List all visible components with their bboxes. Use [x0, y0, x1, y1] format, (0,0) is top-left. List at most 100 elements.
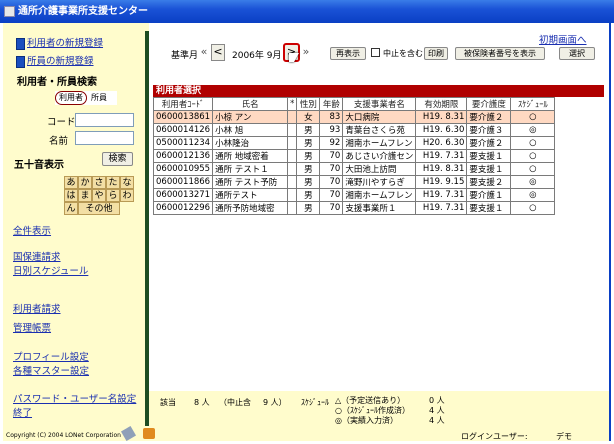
cell-care-level[interactable]: 要介護２ [466, 110, 512, 124]
cell-gender[interactable]: 男 [296, 201, 321, 215]
show-insured-number-button[interactable]: 被保険者番号を表示 [455, 47, 545, 60]
cell-gender[interactable]: 男 [296, 149, 321, 163]
cell-provider[interactable]: あじさい介護セン [342, 149, 417, 163]
cell-schedule[interactable]: ○ [510, 110, 556, 124]
refresh-button[interactable]: 再表示 [330, 47, 366, 60]
kana-wa[interactable]: わ [120, 189, 134, 202]
search-button[interactable]: 検索 [102, 152, 133, 166]
cell-user-code[interactable]: 0600014126 [152, 123, 214, 137]
kana-ma[interactable]: ま [78, 189, 92, 202]
radio-staff[interactable]: 所員 [91, 92, 107, 103]
header-name[interactable]: 氏名 [212, 97, 289, 111]
cell-provider[interactable]: 大田池上訪問 [342, 162, 417, 176]
include-suspended-checkbox[interactable] [371, 48, 380, 57]
cell-expiry[interactable]: H19. 9.15 [415, 175, 468, 189]
cell-user-code[interactable]: 0600010955 [152, 162, 214, 176]
cell-schedule[interactable]: ○ [510, 201, 556, 215]
table-row[interactable]: 0600013271 通所テスト男 70 湘南ホームフレン H19. 7.31 要介護１ ◎ [152, 188, 556, 202]
cell-name[interactable]: 小椋 アン [212, 110, 289, 124]
cell-gender[interactable]: 女 [296, 110, 321, 124]
cell-provider[interactable]: 青葉台さくら苑 [342, 123, 417, 137]
cell-care-level[interactable]: 要介護３ [466, 123, 512, 137]
password-settings-link[interactable]: パスワード・ユーザー名設定 [13, 391, 136, 405]
code-input[interactable] [75, 113, 134, 127]
kana-ka[interactable]: か [78, 176, 92, 189]
cell-age[interactable]: 70 [319, 201, 344, 215]
cell-gender[interactable]: 男 [296, 136, 321, 150]
cell-name[interactable]: 通所テスト [212, 188, 289, 202]
table-row[interactable]: 0600014126 小林 旭男 93 青葉台さくら苑 H19. 6.30 要介護３ ◎ [152, 123, 556, 137]
header-gender[interactable]: 性別 [296, 97, 321, 111]
cell-mark[interactable] [287, 188, 298, 202]
cell-name[interactable]: 通所 テスト１ [212, 162, 289, 176]
cell-expiry[interactable]: H19. 7.31 [415, 188, 468, 202]
kana-n[interactable]: ん [64, 202, 78, 215]
table-row[interactable]: 0600010955 通所 テスト１ 男 70 大田池上訪問 H19. 8.31 要支援１ ○ [152, 162, 556, 176]
show-all-link[interactable]: 全件表示 [13, 223, 51, 237]
table-row[interactable]: 0600011866 通所 テスト予防男 70 滝野川やすらぎ H19. 9.15 要支援… [152, 175, 556, 189]
table-row[interactable]: 0600012296 通所予防地域密男 70 支援事業所１ H19. 7.31 要支援１ ○ [152, 201, 556, 215]
table-row[interactable]: 0600013861 小椋 アン女 83 大口病院 H19. 8.31 要介護２ ○ [152, 110, 556, 124]
cell-gender[interactable]: 男 [296, 175, 321, 189]
kana-ta[interactable]: た [106, 176, 120, 189]
cell-mark[interactable] [287, 149, 298, 163]
cell-name[interactable]: 小林隆治 [212, 136, 289, 150]
cell-expiry[interactable]: H19. 7.31 [415, 149, 468, 163]
cell-provider[interactable]: 大口病院 [342, 110, 417, 124]
cell-care-level[interactable]: 要介護１ [466, 188, 512, 202]
cell-gender[interactable]: 男 [296, 188, 321, 202]
radio-user[interactable]: 利用者 [55, 91, 87, 105]
kana-a[interactable]: あ [64, 176, 78, 189]
prev-year-button[interactable]: « [199, 45, 209, 61]
new-staff-link[interactable]: 所員の新規登録 [16, 53, 94, 68]
cell-name[interactable]: 小林 旭 [212, 123, 289, 137]
cell-gender[interactable]: 男 [296, 123, 321, 137]
exit-link[interactable]: 終了 [13, 405, 32, 419]
cell-name[interactable]: 通所 地域密着 [212, 149, 289, 163]
cell-age[interactable]: 70 [319, 188, 344, 202]
cell-schedule[interactable]: ◎ [510, 188, 556, 202]
kana-ha[interactable]: は [64, 189, 78, 202]
cell-provider[interactable]: 支援事業所１ [342, 201, 417, 215]
cell-mark[interactable] [287, 175, 298, 189]
kana-sa[interactable]: さ [92, 176, 106, 189]
next-year-button[interactable]: » [301, 45, 311, 61]
home-link[interactable]: 初期画面へ [539, 32, 587, 46]
cell-expiry[interactable]: H19. 8.31 [415, 110, 468, 124]
header-user-code[interactable]: 利用者ｺｰﾄﾞ [152, 97, 214, 111]
cell-schedule[interactable]: ○ [510, 136, 556, 150]
management-forms-link[interactable]: 管理帳票 [13, 320, 51, 334]
cell-care-level[interactable]: 要介護２ [466, 136, 512, 150]
user-billing-link[interactable]: 利用者請求 [13, 301, 61, 315]
kana-na[interactable]: な [120, 176, 134, 189]
prev-month-button[interactable]: < [211, 44, 225, 61]
new-user-link[interactable]: 利用者の新規登録 [16, 35, 103, 50]
kokuho-billing-link[interactable]: 国保連請求 [13, 249, 61, 263]
master-settings-link[interactable]: 各種マスター設定 [13, 363, 89, 377]
cell-schedule[interactable]: ◎ [510, 175, 556, 189]
cell-schedule[interactable]: ◎ [510, 123, 556, 137]
cell-user-code[interactable]: 0600011866 [152, 175, 214, 189]
cell-provider[interactable]: 滝野川やすらぎ [342, 175, 417, 189]
print-button[interactable]: 印刷 [424, 47, 448, 60]
header-expiry[interactable]: 有効期限 [415, 97, 468, 111]
table-row[interactable]: 0600012136 通所 地域密着男 70 あじさい介護セン H19. 7.31 要支援… [152, 149, 556, 163]
cell-age[interactable]: 92 [319, 136, 344, 150]
cell-mark[interactable] [287, 136, 298, 150]
cell-care-level[interactable]: 要支援１ [466, 201, 512, 215]
cell-provider[interactable]: 湘南ホームフレン [342, 188, 417, 202]
cell-age[interactable]: 70 [319, 149, 344, 163]
cell-care-level[interactable]: 要支援１ [466, 149, 512, 163]
cell-user-code[interactable]: 0600012296 [152, 201, 214, 215]
cell-mark[interactable] [287, 201, 298, 215]
header-age[interactable]: 年齢 [319, 97, 344, 111]
header-schedule[interactable]: ｽｹｼﾞｭｰﾙ [510, 97, 556, 111]
cell-expiry[interactable]: H20. 6.30 [415, 136, 468, 150]
cell-user-code[interactable]: 0500011234 [152, 136, 214, 150]
kana-ra[interactable]: ら [106, 189, 120, 202]
cell-age[interactable]: 70 [319, 175, 344, 189]
table-row[interactable]: 0500011234 小林隆治男 92 湘南ホームフレン H20. 6.30 要介護２ ○ [152, 136, 556, 150]
cell-expiry[interactable]: H19. 8.31 [415, 162, 468, 176]
kana-other[interactable]: その他 [78, 202, 120, 215]
cell-provider[interactable]: 湘南ホームフレン [342, 136, 417, 150]
